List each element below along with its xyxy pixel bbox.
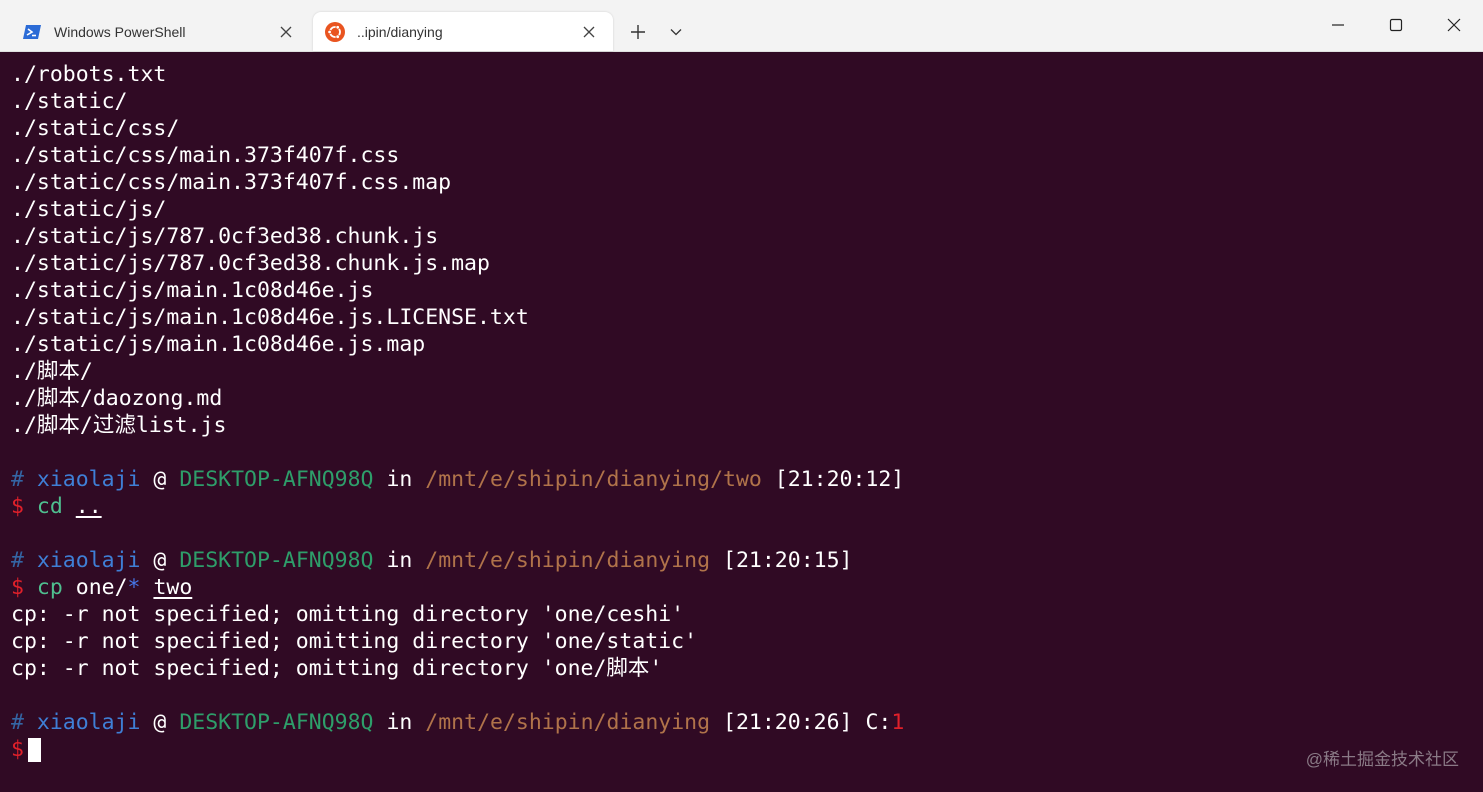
plus-icon (631, 25, 645, 39)
prompt-hash: # (11, 467, 24, 492)
close-icon (1447, 18, 1461, 32)
prompt-host: DESKTOP-AFNQ98Q (179, 710, 374, 735)
watermark: @稀土掘金技术社区 (1305, 750, 1459, 769)
maximize-icon (1389, 18, 1403, 32)
command-line: $ cp one/* two (11, 574, 1471, 601)
prompt-at: @ (153, 467, 167, 492)
prompt-line: # xiaolaji @ DESKTOP-AFNQ98Q in /mnt/e/s… (11, 547, 1471, 574)
command-name: cd (36, 494, 63, 519)
tab-dropdown-button[interactable] (662, 18, 690, 46)
output-line: ./static/css/main.373f407f.css (11, 143, 400, 168)
tab-title: Windows PowerShell (54, 23, 186, 40)
command-line: $ cd .. (11, 493, 1471, 520)
prompt-path: /mnt/e/shipin/dianying (425, 710, 711, 735)
prompt-user: xiaolaji (36, 548, 141, 573)
output-line: ./脚本/过滤list.js (11, 413, 227, 438)
prompt-time: [21:20:15] (723, 548, 853, 573)
command-line[interactable]: $ (11, 736, 1471, 763)
output-line: ./static/css/ (11, 116, 180, 141)
terminal-output[interactable]: ./robots.txt ./static/ ./static/css/ ./s… (11, 61, 1471, 781)
command-arg: one/ (75, 575, 128, 600)
prompt-at: @ (153, 710, 167, 735)
prompt-dollar: $ (11, 575, 24, 600)
output-line: ./static/js/main.1c08d46e.js (11, 278, 374, 303)
prompt-in: in (386, 710, 413, 735)
output-line: ./robots.txt (11, 62, 167, 87)
output-line: ./脚本/ (11, 359, 93, 384)
tab-dianying[interactable]: ..ipin/dianying (313, 12, 613, 51)
prompt-user: xiaolaji (36, 710, 141, 735)
output-line: ./static/js/787.0cf3ed38.chunk.js.map (11, 251, 490, 276)
minimize-icon (1332, 24, 1344, 26)
output-line: ./static/css/main.373f407f.css.map (11, 170, 452, 195)
minimize-button[interactable] (1309, 0, 1367, 50)
prompt-time: [21:20:12] (774, 467, 905, 492)
output-line: ./static/ (11, 89, 128, 114)
prompt-user: xiaolaji (36, 467, 141, 492)
text-cursor (27, 738, 41, 762)
output-line: ./static/js/main.1c08d46e.js.map (11, 332, 426, 357)
output-line: ./static/js/787.0cf3ed38.chunk.js (11, 224, 439, 249)
prompt-line: # xiaolaji @ DESKTOP-AFNQ98Q in /mnt/e/s… (11, 709, 1471, 736)
command-arg: two (153, 575, 193, 600)
tab-powershell[interactable]: Windows PowerShell (10, 12, 310, 51)
output-line: cp: -r not specified; omitting directory… (11, 602, 685, 627)
command-name: cp (36, 575, 63, 600)
prompt-hash: # (11, 548, 24, 573)
prompt-path: /mnt/e/shipin/dianying/two (425, 467, 762, 492)
output-line: ./static/js/main.1c08d46e.js.LICENSE.txt (11, 305, 529, 330)
prompt-hash: # (11, 710, 24, 735)
close-tab-icon[interactable] (575, 18, 603, 46)
close-tab-icon[interactable] (272, 18, 300, 46)
chevron-down-icon (670, 29, 682, 36)
powershell-icon (22, 22, 42, 42)
ubuntu-icon (325, 21, 345, 42)
exit-code-label: C: (865, 710, 892, 735)
prompt-host: DESKTOP-AFNQ98Q (179, 467, 374, 492)
terminal-window: Windows PowerShell ..ipin/dianying ./rob… (0, 0, 1483, 792)
prompt-in: in (386, 467, 413, 492)
tab-title: ..ipin/dianying (357, 23, 443, 40)
close-window-button[interactable] (1425, 0, 1483, 50)
output-line: cp: -r not specified; omitting directory… (11, 656, 663, 681)
output-line: cp: -r not specified; omitting directory… (11, 629, 698, 654)
command-arg: .. (75, 494, 102, 519)
prompt-dollar: $ (11, 494, 24, 519)
output-line: ./static/js/ (11, 197, 167, 222)
new-tab-button[interactable] (624, 18, 652, 46)
title-bar: Windows PowerShell ..ipin/dianying (0, 0, 1483, 52)
prompt-at: @ (153, 548, 167, 573)
prompt-in: in (386, 548, 413, 573)
maximize-button[interactable] (1367, 0, 1425, 50)
prompt-line: # xiaolaji @ DESKTOP-AFNQ98Q in /mnt/e/s… (11, 466, 1471, 493)
prompt-time: [21:20:26] (723, 710, 853, 735)
prompt-host: DESKTOP-AFNQ98Q (179, 548, 374, 573)
prompt-path: /mnt/e/shipin/dianying (425, 548, 711, 573)
command-glob: * (127, 575, 141, 600)
prompt-dollar: $ (11, 737, 24, 762)
output-line: ./脚本/daozong.md (11, 386, 223, 411)
exit-code: 1 (891, 710, 905, 735)
